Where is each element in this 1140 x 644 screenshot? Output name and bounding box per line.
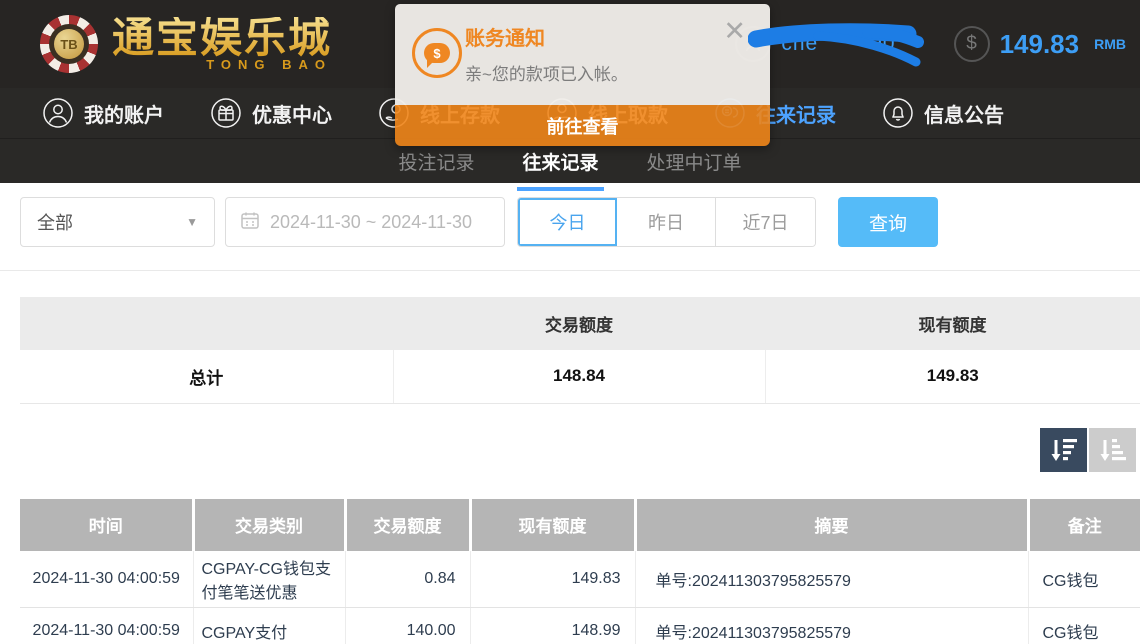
cell-balance: 149.83 [470, 551, 635, 608]
chevron-down-icon: ▼ [186, 215, 198, 229]
cell-note: CG钱包 [1028, 551, 1140, 608]
cell-amount: 0.84 [345, 551, 470, 608]
username-text: che90 [781, 32, 895, 56]
summary-total-label: 总计 [20, 350, 393, 403]
brand-logo[interactable]: TB 通宝娱乐城 TONG BAO [40, 15, 332, 73]
quick-date-group: 今日 昨日 近7日 [517, 197, 816, 247]
summary-total-row: 总计 148.84 149.83 [20, 350, 1140, 403]
cell-balance: 148.99 [470, 607, 635, 644]
bell-icon [882, 97, 914, 129]
nav-promotions[interactable]: 优惠中心 [210, 97, 332, 129]
content-area: 全部 ▼ 2024-11-30 ~ 2024-11-30 今日 昨日 近7日 查… [0, 197, 1140, 644]
col-header-note: 备注 [1028, 499, 1140, 551]
toast-action-button[interactable]: 前往查看 [395, 105, 770, 146]
col-header-type: 交易类别 [193, 499, 345, 551]
summary-table: 交易额度 现有额度 总计 148.84 149.83 [20, 297, 1140, 404]
casino-chip-icon: TB [40, 15, 98, 73]
table-row: 2024-11-30 04:00:59 CGPAY支付 140.00 148.9… [20, 607, 1140, 644]
chip-label: TB [54, 29, 84, 59]
sort-ascending-button[interactable] [1089, 428, 1136, 472]
tab-transaction-records[interactable]: 往来记录 [520, 148, 600, 183]
account-icon [42, 97, 74, 129]
type-select[interactable]: 全部 ▼ [20, 197, 215, 247]
transactions-table: 时间 交易类别 交易额度 现有额度 摘要 备注 2024-11-30 04:00… [20, 499, 1140, 644]
wallet-balance[interactable]: $ 149.83 RMB [954, 26, 1126, 62]
table-header-row: 时间 交易类别 交易额度 现有额度 摘要 备注 [20, 499, 1140, 551]
last7days-button[interactable]: 近7日 [716, 198, 815, 246]
tab-pending-orders[interactable]: 处理中订单 [645, 148, 744, 183]
sort-desc-icon [1050, 437, 1078, 463]
dollar-coin-icon: $ [954, 26, 990, 62]
date-range-input[interactable]: 2024-11-30 ~ 2024-11-30 [225, 197, 505, 247]
balance-currency: RMB [1094, 36, 1126, 52]
notification-toast: $ 账务通知 亲~您的款项已入帐。 ✕ 前往查看 [395, 4, 770, 146]
col-header-balance: 现有额度 [470, 499, 635, 551]
date-range-value: 2024-11-30 ~ 2024-11-30 [270, 212, 472, 233]
nav-announcements[interactable]: 信息公告 [882, 97, 1004, 129]
cell-time: 2024-11-30 04:00:59 [20, 607, 193, 644]
col-header-amount: 交易额度 [345, 499, 470, 551]
sort-descending-button[interactable] [1040, 428, 1087, 472]
page: TB 通宝娱乐城 TONG BAO che90 $ 149.83 RMB [0, 0, 1140, 644]
type-select-value: 全部 [37, 209, 73, 235]
cell-summary: 单号:202411303795825579 [635, 551, 1028, 608]
sort-controls [0, 428, 1136, 472]
tab-bet-records[interactable]: 投注记录 [396, 148, 476, 183]
summary-balance-total: 149.83 [765, 350, 1140, 403]
col-header-time: 时间 [20, 499, 193, 551]
gift-icon [210, 97, 242, 129]
yesterday-button[interactable]: 昨日 [617, 198, 716, 246]
nav-label: 优惠中心 [252, 99, 332, 128]
cell-type: CGPAY支付 [193, 607, 345, 644]
nav-label: 我的账户 [84, 99, 164, 128]
nav-label: 信息公告 [924, 99, 1004, 128]
toast-message: 亲~您的款项已入帐。 [465, 60, 628, 85]
cell-type: CGPAY-CG钱包支付笔笔送优惠 [193, 551, 345, 608]
sort-asc-icon [1099, 437, 1127, 463]
today-button[interactable]: 今日 [518, 198, 617, 246]
toast-close-icon[interactable]: ✕ [723, 18, 746, 45]
cell-time: 2024-11-30 04:00:59 [20, 551, 193, 608]
col-header-summary: 摘要 [635, 499, 1028, 551]
section-divider [0, 270, 1140, 271]
cell-note: CG钱包 [1028, 607, 1140, 644]
money-message-icon: $ [412, 28, 462, 78]
balance-amount: 149.83 [1000, 29, 1080, 60]
summary-header-transaction: 交易额度 [393, 297, 765, 350]
summary-header-empty [20, 297, 393, 350]
nav-my-account[interactable]: 我的账户 [42, 97, 164, 129]
query-button[interactable]: 查询 [838, 197, 938, 247]
table-row: 2024-11-30 04:00:59 CGPAY-CG钱包支付笔笔送优惠 0.… [20, 551, 1140, 608]
cell-amount: 140.00 [345, 607, 470, 644]
calendar-icon [240, 210, 260, 235]
cell-summary: 单号:202411303795825579 [635, 607, 1028, 644]
summary-header-balance: 现有额度 [765, 297, 1140, 350]
summary-transaction-total: 148.84 [393, 350, 765, 403]
brand-name-cn: 通宝娱乐城 [112, 17, 332, 59]
toast-title: 账务通知 [465, 22, 545, 51]
filter-bar: 全部 ▼ 2024-11-30 ~ 2024-11-30 今日 昨日 近7日 查… [20, 197, 1120, 247]
